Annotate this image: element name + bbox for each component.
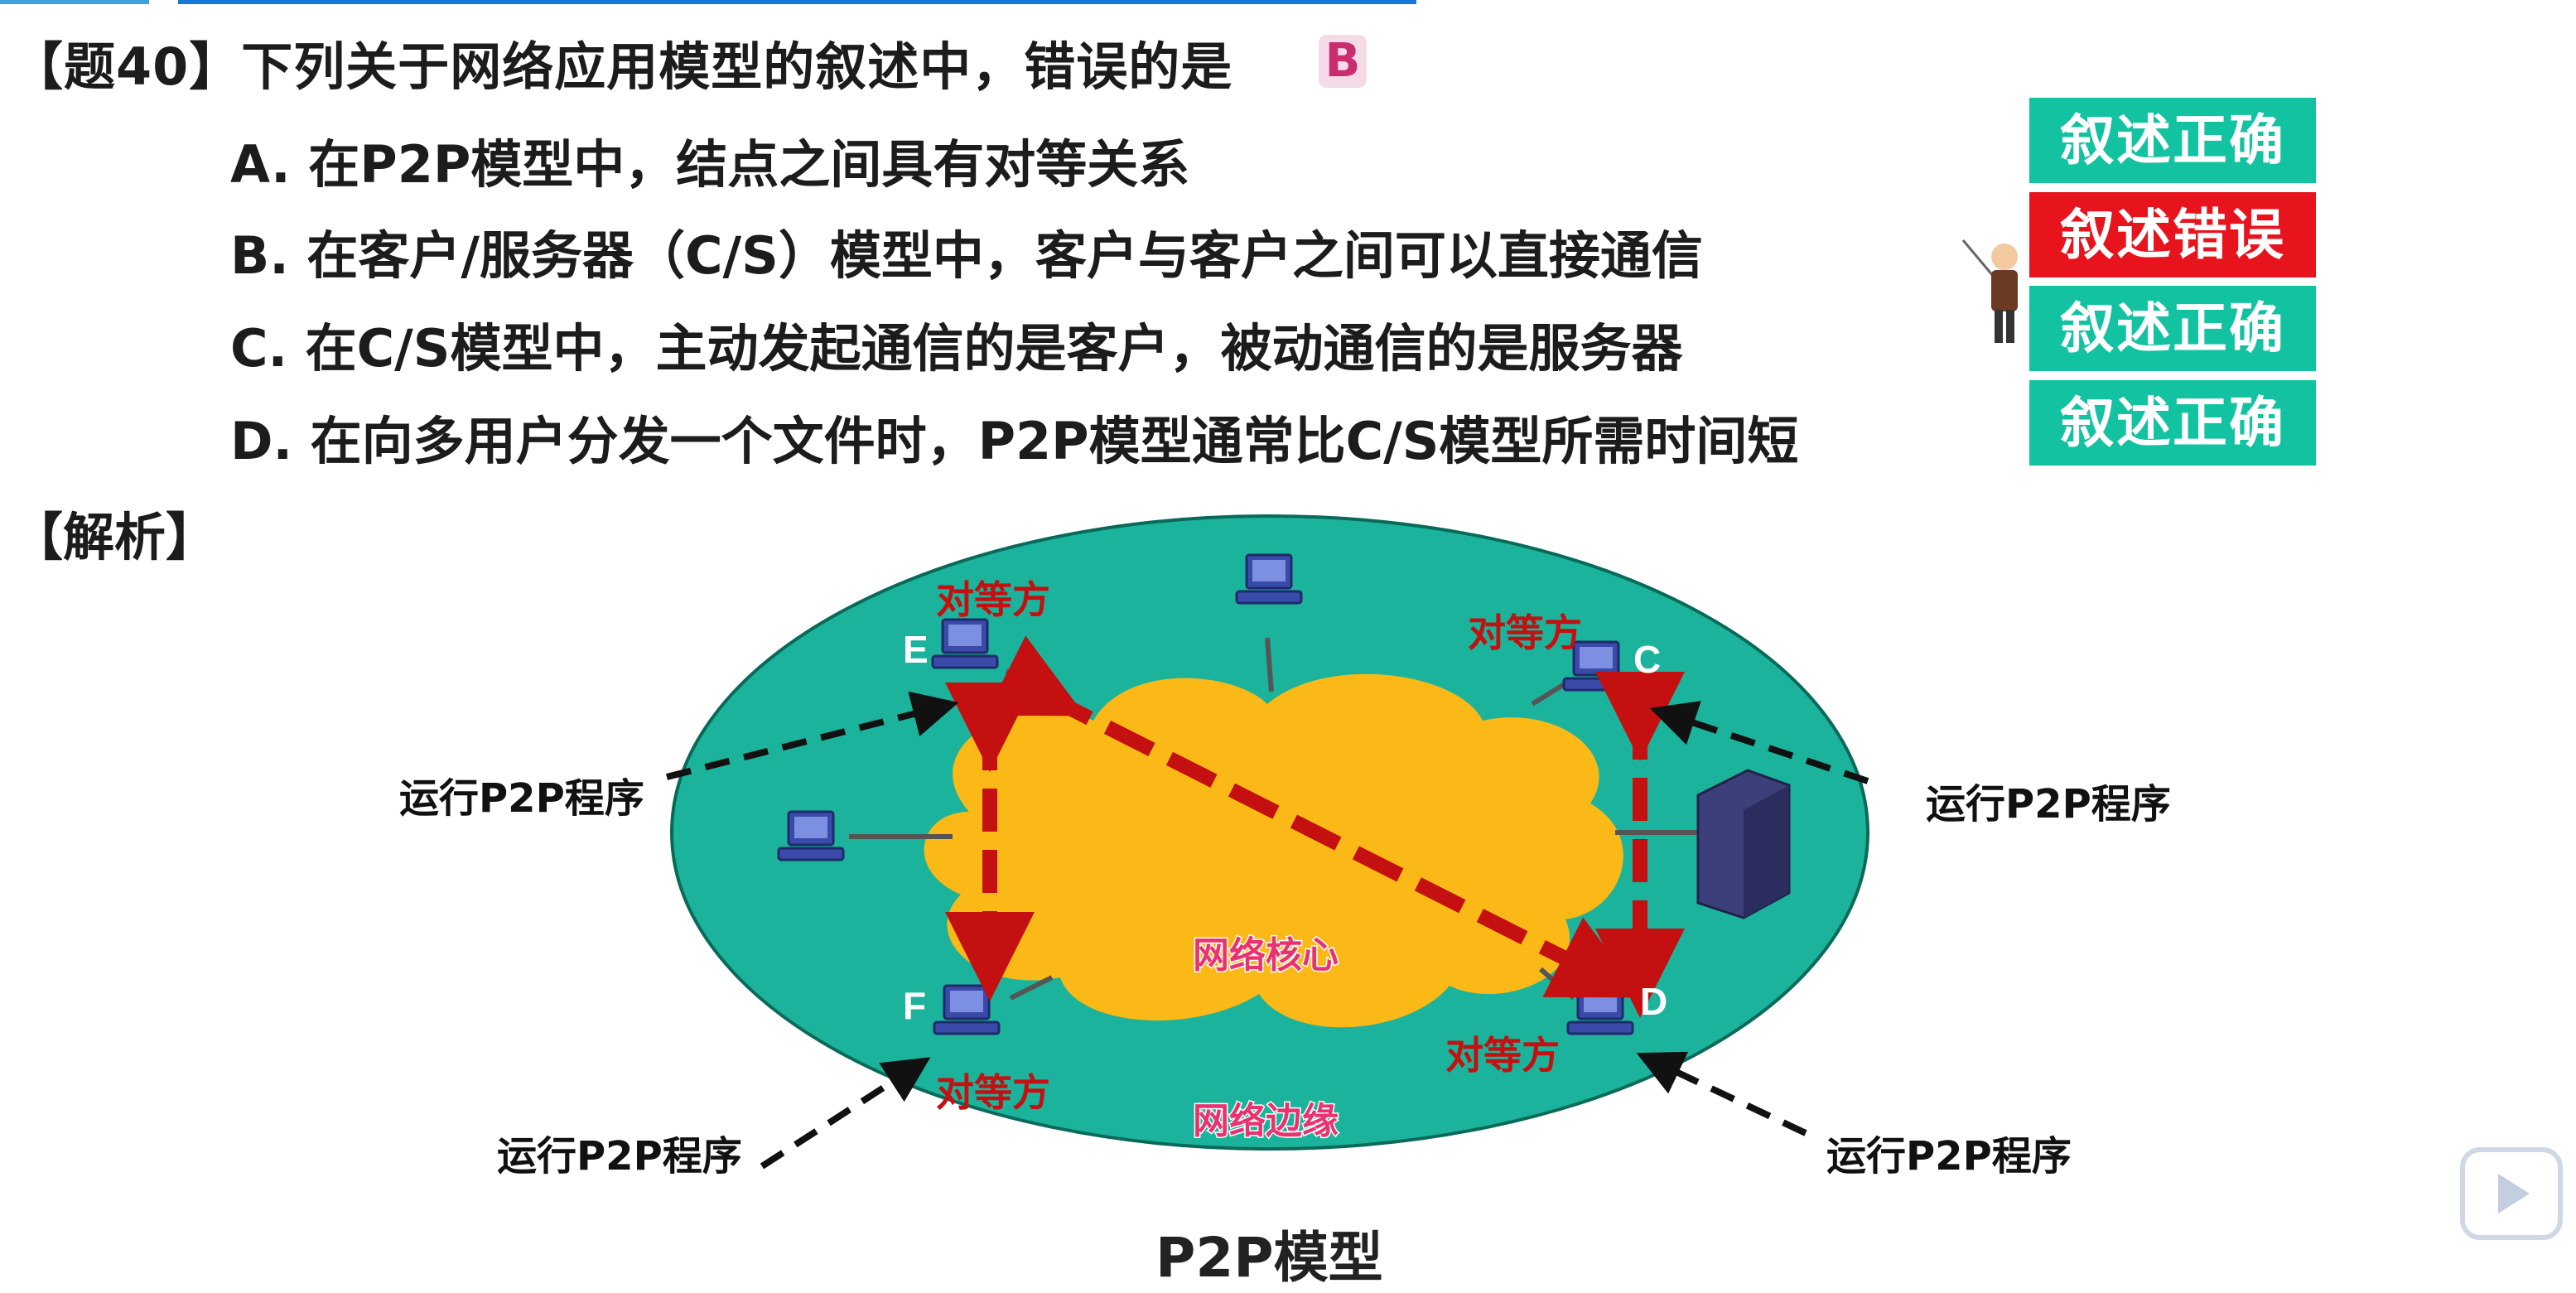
computer-icon <box>931 618 999 669</box>
p2p-diagram: E C F D 对等方 对等方 对等方 对等方 运行P2P程序 运行P2P程序 … <box>399 514 2171 1180</box>
computer-icon <box>933 984 1001 1035</box>
peer-label: 对等方 <box>1468 610 1582 655</box>
run-p2p-label: 运行P2P程序 <box>497 1133 742 1180</box>
verdict-a: 叙述正确 <box>2029 98 2316 183</box>
play-button[interactable] <box>2460 1147 2563 1240</box>
option-c: C. 在C/S模型中，主动发起通信的是客户，被动通信的是服务器 <box>230 318 1683 379</box>
answer-badge: B <box>1319 35 1367 88</box>
progress-bar <box>0 0 2576 7</box>
verdict-b: 叙述错误 <box>2029 192 2316 277</box>
verdict-c: 叙述正确 <box>2029 286 2316 371</box>
play-icon <box>2498 1174 2530 1213</box>
computer-icon <box>1566 984 1634 1035</box>
network-core-label: 网络核心 <box>1193 934 1339 977</box>
node-label-c: C <box>1633 638 1661 681</box>
presenter-icon <box>1961 239 2018 343</box>
option-b: B. 在客户/服务器（C/S）模型中，客户与客户之间可以直接通信 <box>230 225 1703 286</box>
node-label-e: E <box>903 628 929 671</box>
node-label-d: D <box>1640 980 1667 1023</box>
option-d: D. 在向多用户分发一个文件时，P2P模型通常比C/S模型所需时间短 <box>230 411 1799 471</box>
run-p2p-label: 运行P2P程序 <box>1826 1133 2072 1180</box>
peer-label: 对等方 <box>1445 1033 1560 1078</box>
peer-label: 对等方 <box>936 577 1050 622</box>
server-icon <box>1696 769 1791 919</box>
progress-segment <box>178 0 1416 4</box>
option-a: A. 在P2P模型中，结点之间具有对等关系 <box>230 134 1190 195</box>
network-edge-label: 网络边缘 <box>1193 1100 1339 1142</box>
verdict-d: 叙述正确 <box>2029 380 2316 466</box>
question-title: 【题40】下列关于网络应用模型的叙述中，错误的是 <box>12 36 1233 97</box>
run-p2p-label: 运行P2P程序 <box>399 775 644 822</box>
diagram-caption: P2P模型 <box>1155 1226 1383 1290</box>
peer-label: 对等方 <box>936 1070 1050 1115</box>
computer-icon <box>777 810 845 861</box>
node-label-f: F <box>903 984 926 1027</box>
progress-segment <box>0 0 149 4</box>
computer-icon <box>1235 553 1303 605</box>
run-p2p-label: 运行P2P程序 <box>1926 781 2171 827</box>
